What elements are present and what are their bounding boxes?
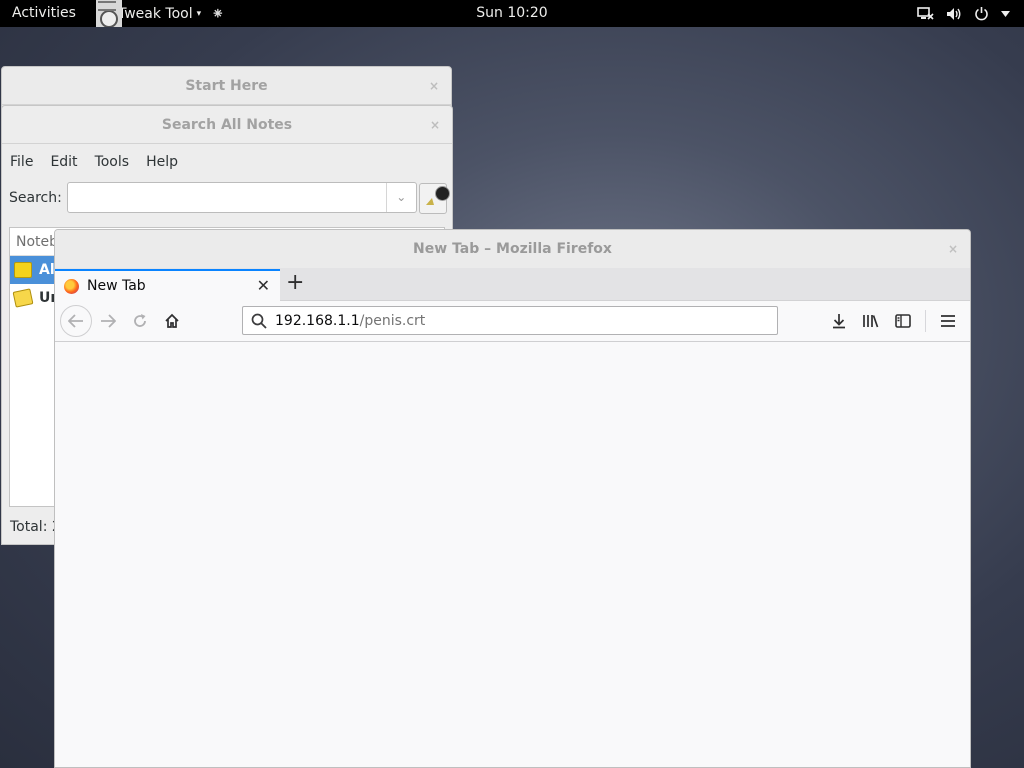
tab-strip: New Tab ✕ + bbox=[55, 268, 970, 301]
search-row: Search: ⌄ bbox=[9, 182, 417, 213]
window-title: Search All Notes bbox=[161, 117, 293, 133]
toolbar-icons bbox=[823, 305, 964, 337]
firefox-titlebar[interactable]: New Tab – Mozilla Firefox × bbox=[55, 230, 970, 268]
power-icon bbox=[975, 7, 988, 21]
search-indicator-icon bbox=[435, 186, 450, 201]
menu-edit[interactable]: Edit bbox=[50, 154, 77, 170]
library-button[interactable] bbox=[855, 305, 887, 337]
menu-file[interactable]: File bbox=[10, 154, 33, 170]
menu-bar: File Edit Tools Help bbox=[2, 144, 452, 180]
clock-label[interactable]: Sun 10:20 bbox=[476, 5, 547, 21]
home-button[interactable] bbox=[156, 305, 188, 337]
search-combo-input[interactable]: ⌄ bbox=[66, 182, 417, 213]
notebook-icon bbox=[14, 262, 32, 278]
tweak-tool-icon bbox=[96, 0, 122, 27]
chevron-down-icon[interactable]: ⌄ bbox=[385, 183, 416, 212]
window-title: Start Here bbox=[185, 78, 268, 94]
network-offline-icon bbox=[917, 7, 934, 20]
firefox-icon bbox=[64, 278, 79, 294]
url-bar[interactable]: 192.168.1.1 /penis.crt bbox=[242, 306, 778, 335]
app-menu[interactable]: Tweak Tool ▾ ⁕ bbox=[96, 0, 225, 27]
menu-tools[interactable]: Tools bbox=[95, 154, 130, 170]
hamburger-menu-button[interactable] bbox=[932, 305, 964, 337]
system-status-area[interactable] bbox=[917, 0, 1010, 27]
top-bar: Activities Tweak Tool ▾ ⁕ Sun 10:20 bbox=[0, 0, 1024, 27]
home-icon bbox=[165, 313, 179, 328]
search-button[interactable] bbox=[419, 183, 450, 214]
sidebar-icon bbox=[895, 314, 911, 328]
reload-button[interactable] bbox=[124, 305, 156, 337]
back-arrow-icon bbox=[68, 314, 83, 328]
notes-titlebar[interactable]: Search All Notes × bbox=[2, 106, 452, 144]
close-icon[interactable]: × bbox=[429, 67, 439, 105]
search-icon bbox=[251, 313, 267, 329]
reload-icon bbox=[134, 314, 146, 327]
close-icon[interactable]: × bbox=[430, 106, 440, 144]
search-label: Search: bbox=[9, 189, 62, 206]
tab-title: New Tab bbox=[87, 278, 146, 294]
navigation-toolbar: 192.168.1.1 /penis.crt bbox=[55, 301, 970, 342]
downloads-button[interactable] bbox=[823, 305, 855, 337]
activities-button[interactable]: Activities bbox=[12, 5, 76, 21]
hamburger-menu-icon bbox=[941, 315, 955, 327]
chevron-down-icon bbox=[1001, 10, 1010, 17]
close-icon[interactable]: × bbox=[948, 230, 958, 268]
forward-button[interactable] bbox=[92, 305, 124, 337]
page-content[interactable] bbox=[55, 342, 970, 767]
tab-new-tab[interactable]: New Tab ✕ bbox=[55, 269, 280, 301]
close-tab-icon[interactable]: ✕ bbox=[257, 276, 270, 295]
url-path: /penis.crt bbox=[359, 312, 426, 329]
firefox-window[interactable]: New Tab – Mozilla Firefox × New Tab ✕ + bbox=[54, 229, 971, 768]
window-title: New Tab – Mozilla Firefox bbox=[413, 241, 612, 257]
app-menu-label: Tweak Tool bbox=[118, 5, 193, 22]
forward-arrow-icon bbox=[101, 314, 116, 328]
library-icon bbox=[863, 315, 879, 328]
url-host: 192.168.1.1 bbox=[275, 312, 360, 329]
start-here-titlebar[interactable]: Start Here × bbox=[2, 67, 451, 105]
new-tab-button[interactable]: + bbox=[286, 270, 304, 296]
back-button[interactable] bbox=[60, 305, 92, 337]
app-menu-caret: ▾ bbox=[196, 8, 202, 19]
loading-spinner-icon: ⁕ bbox=[211, 4, 225, 23]
sidebar-button[interactable] bbox=[887, 305, 919, 337]
toolbar-separator bbox=[925, 310, 926, 332]
notebook-icon bbox=[12, 288, 34, 308]
menu-help[interactable]: Help bbox=[146, 154, 178, 170]
download-icon bbox=[833, 314, 845, 329]
volume-icon bbox=[947, 7, 961, 20]
